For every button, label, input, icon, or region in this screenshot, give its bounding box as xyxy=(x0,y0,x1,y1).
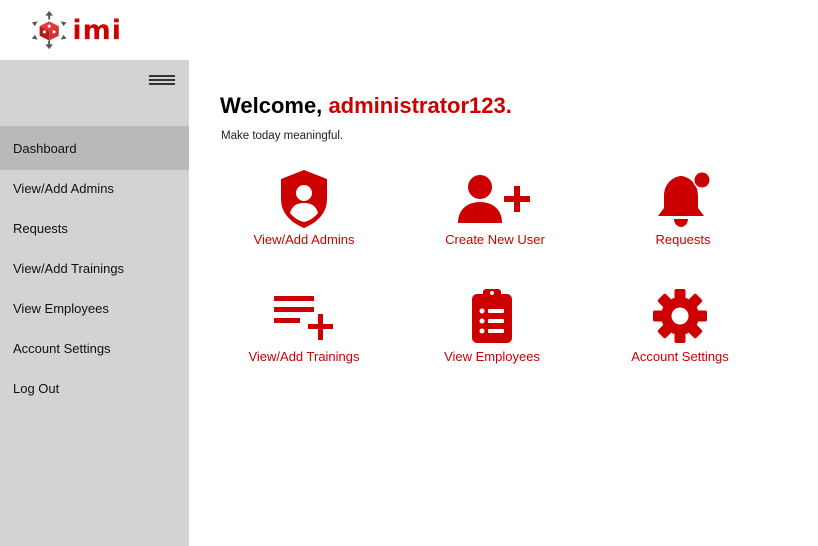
cube-logo-icon xyxy=(31,10,67,50)
tile-label: Account Settings xyxy=(631,349,729,364)
hamburger-menu-icon[interactable] xyxy=(149,75,175,87)
main-content: Welcome, administrator123. Make today me… xyxy=(189,60,818,546)
welcome-prefix: Welcome, xyxy=(220,93,323,118)
tile-label: View Employees xyxy=(444,349,540,364)
sidebar-item-account-settings[interactable]: Account Settings xyxy=(0,326,189,370)
tile-label: Create New User xyxy=(445,232,545,247)
bell-notification-icon xyxy=(658,171,711,227)
tile-label: View/Add Trainings xyxy=(248,349,360,364)
welcome-username: administrator123. xyxy=(328,93,512,118)
tile-view-add-trainings[interactable]: View/Add Trainings xyxy=(224,285,384,375)
tile-account-settings[interactable]: Account Settings xyxy=(600,285,760,375)
sidebar-item-log-out[interactable]: Log Out xyxy=(0,366,189,410)
sidebar-nav: Dashboard View/Add Admins Requests View/… xyxy=(0,126,189,406)
user-plus-icon xyxy=(458,175,530,223)
sidebar-item-requests[interactable]: Requests xyxy=(0,206,189,250)
user-shield-icon xyxy=(281,170,327,228)
playlist-add-icon xyxy=(274,296,333,340)
tile-label: View/Add Admins xyxy=(253,232,355,247)
imi-logo[interactable]: imi xyxy=(30,9,122,51)
tagline: Make today meaningful. xyxy=(221,130,344,142)
gear-icon xyxy=(653,289,707,343)
top-header: imi xyxy=(0,0,818,60)
tile-view-add-admins[interactable]: View/Add Admins xyxy=(224,168,384,258)
logo-text: imi xyxy=(72,14,122,46)
sidebar-item-dashboard[interactable]: Dashboard xyxy=(0,126,189,170)
sidebar-item-view-add-admins[interactable]: View/Add Admins xyxy=(0,166,189,210)
welcome-heading: Welcome, administrator123. xyxy=(220,93,512,119)
tile-view-employees[interactable]: View Employees xyxy=(412,285,572,375)
sidebar: Dashboard View/Add Admins Requests View/… xyxy=(0,60,189,546)
tile-label: Requests xyxy=(655,232,711,247)
tile-requests[interactable]: Requests xyxy=(603,168,763,258)
clipboard-list-icon xyxy=(472,289,512,343)
sidebar-item-view-employees[interactable]: View Employees xyxy=(0,286,189,330)
sidebar-item-view-add-trainings[interactable]: View/Add Trainings xyxy=(0,246,189,290)
tile-create-new-user[interactable]: Create New User xyxy=(415,168,575,258)
